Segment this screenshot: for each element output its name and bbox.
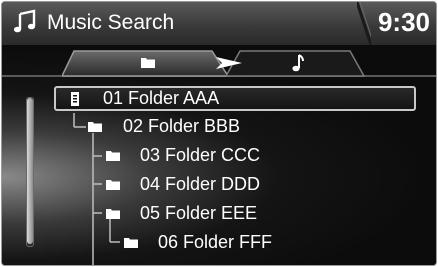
list-item[interactable]: 03 Folder CCC	[102, 142, 402, 169]
clock-display: 9:30	[377, 7, 430, 37]
list-item-label: 03 Folder CCC	[140, 145, 261, 165]
list-item[interactable]: 04 Folder DDD	[102, 171, 402, 198]
list-item[interactable]: 06 Folder FFF	[120, 229, 410, 256]
folder-icon	[106, 151, 120, 161]
folder-icon	[106, 180, 120, 190]
folder-icon	[124, 238, 138, 248]
folder-icon	[88, 122, 102, 132]
music-note-icon	[13, 9, 36, 33]
page-title: Music Search	[47, 11, 175, 34]
list-item-label: 04 Folder DDD	[140, 174, 261, 194]
list-item-label: 06 Folder FFF	[158, 232, 273, 252]
file-icon	[71, 92, 79, 106]
list-item-selected[interactable]: 01 Folder AAA	[54, 86, 416, 111]
list-item[interactable]: 05 Folder EEE	[102, 200, 402, 227]
folder-icon	[106, 209, 120, 219]
header-divider	[357, 2, 371, 45]
list-item-label: 01 Folder AAA	[103, 88, 220, 108]
list-item-label: 02 Folder BBB	[123, 116, 241, 136]
list-item[interactable]: 02 Folder BBB	[82, 113, 382, 140]
music-search-screen: Music Search 9:30 01 Folder AAA 02 Folde…	[1, 1, 437, 266]
header-bar: Music Search 9:30	[2, 2, 436, 45]
content-area: 01 Folder AAA 02 Folder BBB 03 Folder CC…	[2, 45, 436, 265]
list-item-label: 05 Folder EEE	[140, 203, 258, 223]
